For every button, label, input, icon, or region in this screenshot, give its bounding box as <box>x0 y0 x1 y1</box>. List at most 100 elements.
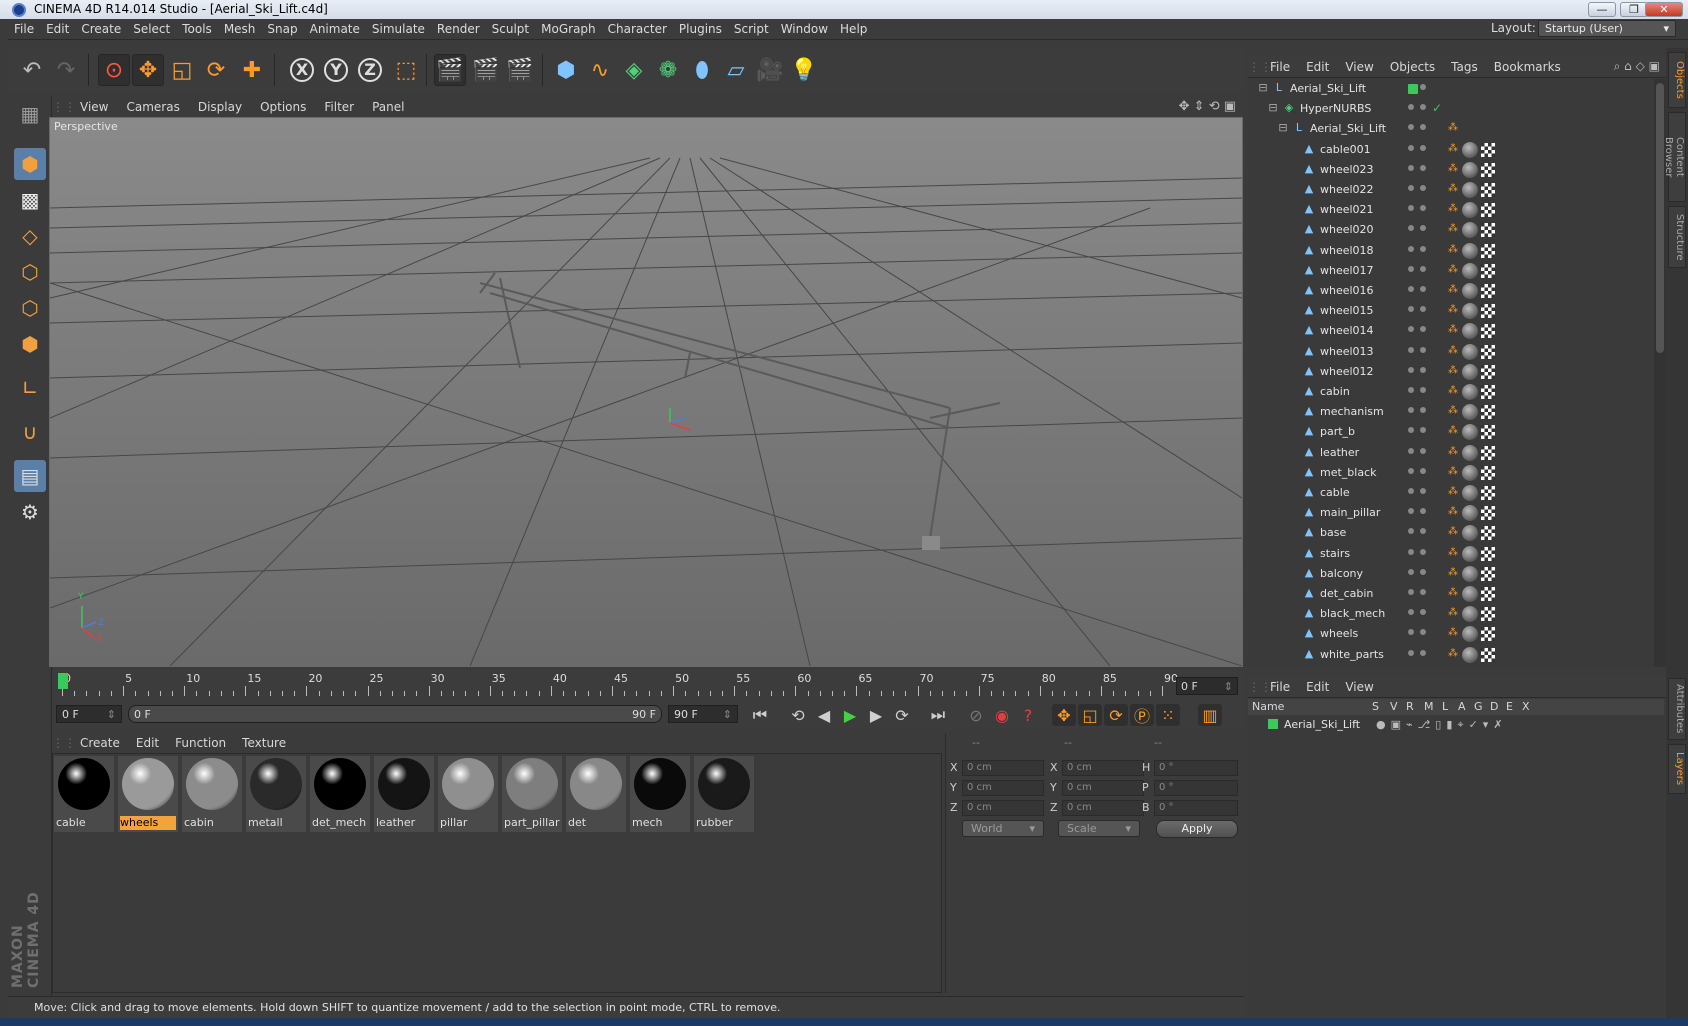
texture-tag-icon[interactable] <box>1481 304 1495 319</box>
expand-toggle-icon[interactable]: ⊟ <box>1256 81 1270 95</box>
key-rotation-icon[interactable]: ⟳ <box>1104 704 1128 726</box>
object-row[interactable]: ▲ wheel022 ⁂ <box>1248 180 1654 200</box>
visibility-editor-icon[interactable] <box>1408 306 1414 313</box>
material-tag-icon[interactable] <box>1462 222 1478 239</box>
material-tag-icon[interactable] <box>1462 404 1478 421</box>
object-row[interactable]: ▲ wheel020 ⁂ <box>1248 220 1654 240</box>
lm-menu-file[interactable]: File <box>1262 676 1298 694</box>
menu-select[interactable]: Select <box>127 19 176 39</box>
object-row[interactable]: ⊟ L Aerial_Ski_Lift ⁂ <box>1248 119 1654 139</box>
object-row[interactable]: ▲ det_cabin ⁂ <box>1248 584 1654 604</box>
viewport-menu-cameras[interactable]: Cameras <box>118 97 189 114</box>
expand-toggle-icon[interactable] <box>1286 384 1300 398</box>
texture-tag-icon[interactable] <box>1481 526 1495 541</box>
menu-file[interactable]: File <box>8 19 40 39</box>
material-tag-icon[interactable] <box>1462 606 1478 623</box>
phong-tag-icon[interactable]: ⁂ <box>1448 587 1460 601</box>
phong-tag-icon[interactable]: ⁂ <box>1448 304 1460 318</box>
texture-tag-icon[interactable] <box>1481 627 1495 642</box>
om-menu-view[interactable]: View <box>1337 56 1381 74</box>
visibility-editor-icon[interactable] <box>1408 366 1414 373</box>
pos-z-field[interactable]: 0 cm <box>962 800 1044 816</box>
object-row[interactable]: ▲ cable ⁂ <box>1248 483 1654 503</box>
visibility-editor-icon[interactable] <box>1408 185 1414 191</box>
texture-tag-icon[interactable] <box>1481 162 1495 177</box>
phong-tag-icon[interactable]: ⁂ <box>1448 143 1460 157</box>
visibility-editor-icon[interactable] <box>1408 568 1414 575</box>
visibility-render-icon[interactable] <box>1420 528 1426 535</box>
object-row[interactable]: ▲ wheel015 ⁂ <box>1248 301 1654 321</box>
axis-mode-icon[interactable]: ∟ <box>14 372 46 404</box>
scrollbar-thumb[interactable] <box>1656 83 1664 353</box>
visibility-editor-icon[interactable] <box>1408 245 1414 252</box>
object-row[interactable]: ▲ wheel018 ⁂ <box>1248 241 1654 261</box>
live-selection-icon[interactable]: ⊙ <box>98 54 130 86</box>
polygons-mode-icon[interactable]: ⬢ <box>14 328 46 360</box>
current-frame-field[interactable]: 0 F ⇕ <box>1176 677 1238 695</box>
object-row[interactable]: ▲ mechanism ⁂ <box>1248 402 1654 422</box>
object-row[interactable]: ▲ part_b ⁂ <box>1248 422 1654 442</box>
menu-simulate[interactable]: Simulate <box>366 19 431 39</box>
texture-tag-icon[interactable] <box>1481 203 1495 218</box>
visibility-render-icon[interactable] <box>1420 508 1426 515</box>
expand-toggle-icon[interactable] <box>1286 263 1300 277</box>
visibility-render-icon[interactable] <box>1420 164 1426 171</box>
object-row[interactable]: ▲ wheel021 ⁂ <box>1248 200 1654 220</box>
expand-toggle-icon[interactable] <box>1286 243 1300 257</box>
size-x-field[interactable]: 0 cm <box>1062 760 1144 776</box>
lm-menu-view[interactable]: View <box>1337 676 1381 694</box>
expand-toggle-icon[interactable] <box>1286 647 1300 661</box>
lm-menu-edit[interactable]: Edit <box>1298 676 1337 694</box>
menu-animate[interactable]: Animate <box>304 19 366 39</box>
material-tag-icon[interactable] <box>1462 303 1478 320</box>
material-tag-icon[interactable] <box>1462 161 1478 178</box>
material-swatch[interactable]: wheels <box>118 756 178 832</box>
material-swatch[interactable]: mech <box>630 756 690 832</box>
visibility-render-icon[interactable] <box>1420 144 1426 151</box>
visibility-render-icon[interactable] <box>1420 589 1426 595</box>
object-row[interactable]: ▲ black_mech ⁂ <box>1248 604 1654 624</box>
material-tag-icon[interactable] <box>1462 363 1478 380</box>
visibility-editor-icon[interactable] <box>1408 488 1414 494</box>
material-tag-icon[interactable] <box>1462 586 1478 602</box>
tab-objects[interactable]: Objects <box>1668 52 1686 108</box>
go-to-end-icon[interactable]: ⏭ <box>926 704 950 726</box>
material-swatch[interactable]: metall <box>246 756 306 832</box>
texture-tag-icon[interactable] <box>1481 183 1495 197</box>
visibility-editor-icon[interactable] <box>1408 205 1414 212</box>
visibility-render-icon[interactable] <box>1420 306 1426 313</box>
apply-button[interactable]: Apply <box>1156 820 1238 838</box>
object-row[interactable]: ⊟ ◈ HyperNURBS ✓ <box>1248 99 1654 119</box>
phong-tag-icon[interactable]: ⁂ <box>1448 405 1460 419</box>
tab-content-browser[interactable]: Content Browser <box>1663 112 1686 202</box>
end-frame-field[interactable]: 90 F ⇕ <box>668 705 738 723</box>
expand-toggle-icon[interactable] <box>1286 364 1300 378</box>
menu-plugins[interactable]: Plugins <box>673 19 728 39</box>
scale-tool-icon[interactable]: ◱ <box>166 54 198 86</box>
phong-tag-icon[interactable]: ⁂ <box>1448 264 1460 278</box>
phong-tag-icon[interactable]: ⁂ <box>1448 284 1460 298</box>
expand-toggle-icon[interactable] <box>1286 525 1300 539</box>
material-tag-icon[interactable] <box>1462 485 1478 501</box>
key-pla-icon[interactable]: ⁙ <box>1156 704 1180 726</box>
enabled-check-icon[interactable]: ✓ <box>1432 101 1442 115</box>
visibility-editor-icon[interactable] <box>1408 326 1414 333</box>
visibility-editor-icon[interactable] <box>1408 447 1414 454</box>
material-swatch[interactable]: cable <box>54 756 114 832</box>
texture-tag-icon[interactable] <box>1481 263 1495 278</box>
visibility-render-icon[interactable] <box>1420 649 1426 656</box>
viewport-nav-icons[interactable]: ✥ ⇕ ⟲ ▣ <box>1179 99 1236 114</box>
autokey-icon[interactable]: ◉ <box>990 704 1014 726</box>
visibility-editor-icon[interactable] <box>1408 225 1414 232</box>
scheme-settings-icon[interactable]: ▥ <box>1198 704 1222 726</box>
material-tag-icon[interactable] <box>1462 323 1478 340</box>
spline-icon[interactable]: ∿ <box>584 54 616 86</box>
expand-toggle-icon[interactable] <box>1286 202 1300 216</box>
visibility-render-icon[interactable] <box>1420 185 1426 191</box>
visibility-editor-icon[interactable] <box>1408 629 1414 636</box>
expand-toggle-icon[interactable] <box>1286 586 1300 600</box>
next-frame-icon[interactable]: ▶ <box>864 704 888 726</box>
phong-tag-icon[interactable]: ⁂ <box>1448 526 1460 540</box>
om-menu-tags[interactable]: Tags <box>1443 56 1486 74</box>
expand-toggle-icon[interactable] <box>1286 505 1300 519</box>
